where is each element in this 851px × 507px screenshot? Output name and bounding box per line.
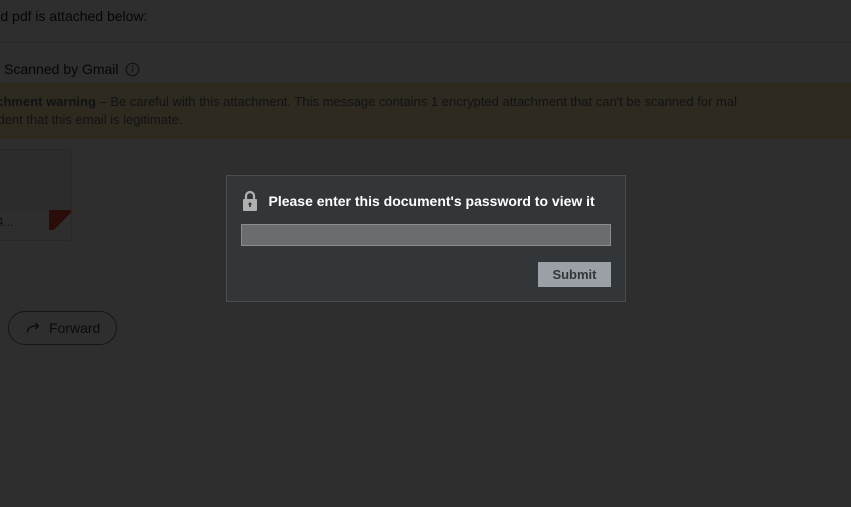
document-password-input[interactable]	[241, 224, 611, 246]
lock-icon	[241, 190, 259, 212]
submit-button[interactable]: Submit	[538, 262, 610, 287]
password-modal: Please enter this document's password to…	[226, 175, 626, 302]
modal-actions: Submit	[241, 262, 611, 287]
modal-prompt-text: Please enter this document's password to…	[269, 193, 595, 209]
modal-header: Please enter this document's password to…	[241, 190, 611, 212]
